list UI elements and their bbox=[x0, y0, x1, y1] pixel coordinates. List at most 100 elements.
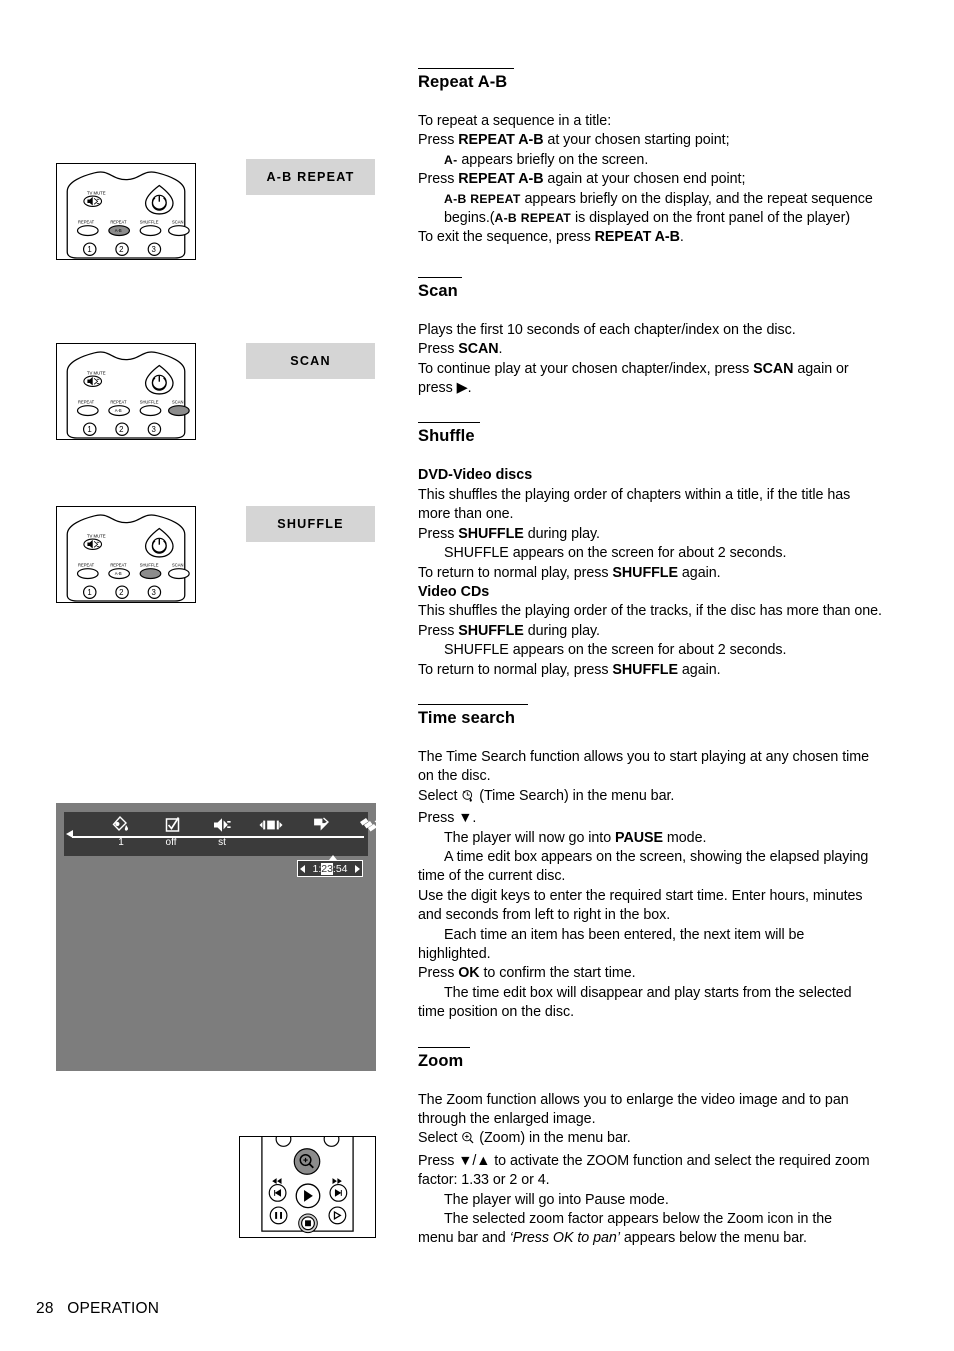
text-bold: PAUSE bbox=[615, 829, 663, 846]
text-bold: SHUFFLE bbox=[458, 525, 524, 542]
text: . bbox=[498, 341, 503, 358]
text: time position on the disc. bbox=[418, 1004, 575, 1021]
text-bold: OK bbox=[458, 965, 480, 982]
text: is displayed on the front panel of the p… bbox=[571, 210, 851, 227]
paragraph: This shuffles the playing order of chapt… bbox=[418, 486, 918, 505]
svg-text:REPEAT: REPEAT bbox=[110, 563, 127, 568]
svg-text:REPEAT: REPEAT bbox=[110, 220, 127, 225]
footer-page-number: 28 bbox=[36, 1300, 54, 1317]
section-title-scan: Scan bbox=[418, 281, 458, 300]
text: appears briefly on the display, and the … bbox=[520, 190, 873, 207]
svg-text:2: 2 bbox=[119, 425, 123, 434]
paragraph: and seconds from left to right in the bo… bbox=[418, 906, 918, 925]
paragraph: Press ▼. bbox=[418, 809, 918, 828]
highlighted-scan-button bbox=[168, 405, 190, 417]
svg-text:SHUFFLE: SHUFFLE bbox=[140, 563, 159, 568]
svg-text:A-B: A-B bbox=[115, 571, 122, 576]
text: This shuffles the playing order of chapt… bbox=[418, 486, 851, 503]
zoom-magnifier-icon bbox=[461, 1131, 475, 1151]
key-label-scan: SCAN bbox=[246, 343, 375, 379]
paragraph: Press SHUFFLE during play. bbox=[418, 525, 918, 544]
paragraph: press ▶. bbox=[418, 379, 918, 398]
text: to confirm the start time. bbox=[479, 965, 636, 982]
time-edit-right-arrow-icon bbox=[355, 864, 360, 873]
paragraph: A-B REPEAT appears briefly on the displa… bbox=[418, 190, 918, 209]
text: at your chosen starting point; bbox=[543, 132, 730, 149]
page-footer: 28 OPERATION bbox=[36, 1300, 159, 1318]
remote-illustration: TV MUTE REPEAT REPEAT A-B SHUFFLE SCAN 1… bbox=[66, 351, 190, 439]
text-smallcaps: A- bbox=[444, 152, 458, 167]
section-title-repeat-ab: Repeat A-B bbox=[418, 73, 508, 91]
subheading-video-cds: Video CDs bbox=[418, 583, 490, 600]
key-label-shuffle: SHUFFLE bbox=[246, 506, 375, 542]
footer-spacer bbox=[58, 1300, 63, 1317]
highlighted-shuffle-button bbox=[139, 568, 162, 580]
text: . bbox=[467, 380, 472, 397]
time-edit-seconds: 54 bbox=[335, 862, 348, 875]
section-rule bbox=[418, 68, 514, 69]
key-label-text: A-B REPEAT bbox=[266, 170, 355, 184]
remote-figure-ab-repeat: TV MUTE REPEAT REPEAT A-B SHUFFLE SCAN 1… bbox=[56, 163, 196, 260]
text: Press bbox=[418, 965, 459, 982]
paragraph: Press OK to confirm the start time. bbox=[418, 964, 918, 983]
paragraph: The Zoom function allows you to enlarge … bbox=[418, 1091, 918, 1110]
text: A time edit box appears on the screen, s… bbox=[444, 848, 869, 865]
paragraph: time position on the disc. bbox=[418, 1003, 918, 1022]
svg-text:1: 1 bbox=[87, 588, 91, 597]
text: again. bbox=[677, 564, 721, 581]
text: time of the current disc. bbox=[418, 868, 566, 885]
svg-text:A-B: A-B bbox=[115, 408, 122, 413]
remote-illustration bbox=[261, 1137, 354, 1234]
paragraph: The time edit box will disappear and pla… bbox=[418, 984, 918, 1003]
paragraph: SHUFFLE appears on the screen for about … bbox=[418, 641, 918, 660]
title-chapter-icon bbox=[108, 814, 134, 836]
text: The Zoom function allows you to enlarge … bbox=[418, 1091, 849, 1108]
text: Press bbox=[418, 341, 459, 358]
paragraph: factor: 1.33 or 2 or 4. bbox=[418, 1171, 918, 1190]
menu-value-audio: st bbox=[218, 837, 226, 848]
highlighted-zoom-button bbox=[293, 1148, 321, 1175]
section-title-time-search: Time search bbox=[418, 708, 516, 727]
text-bold: SCAN bbox=[458, 341, 499, 358]
text: factor: 1.33 or 2 or 4. bbox=[418, 1172, 550, 1189]
section-scan: Scan Plays the first 10 seconds of each … bbox=[418, 276, 918, 399]
manual-page: TV MUTE REPEAT REPEAT A-B SHUFFLE SCAN 1… bbox=[0, 0, 954, 1351]
svg-text:SCAN: SCAN bbox=[172, 220, 183, 225]
remote-illustration: TV MUTE REPEAT REPEAT A-B SHUFFLE SCAN 1… bbox=[66, 514, 190, 602]
text: SHUFFLE appears on the screen for about … bbox=[444, 545, 787, 562]
text: Press bbox=[418, 171, 459, 188]
section-repeat-ab: Repeat A-B To repeat a sequence in a tit… bbox=[418, 68, 918, 248]
menu-value-title: 1 bbox=[118, 837, 124, 848]
text-italic: ‘Press OK to pan’ bbox=[509, 1230, 620, 1247]
paragraph: through the enlarged image. bbox=[418, 1110, 918, 1129]
remote-figure-scan: TV MUTE REPEAT REPEAT A-B SHUFFLE SCAN 1… bbox=[56, 343, 196, 440]
text: and seconds from left to right in the bo… bbox=[418, 907, 671, 924]
remote-figure-shuffle: TV MUTE REPEAT REPEAT A-B SHUFFLE SCAN 1… bbox=[56, 506, 196, 603]
svg-text:A-B: A-B bbox=[115, 228, 122, 233]
paragraph: time of the current disc. bbox=[418, 867, 918, 886]
text: Press bbox=[418, 622, 459, 639]
text: SHUFFLE appears on the screen for about … bbox=[444, 642, 787, 659]
paragraph: Plays the first 10 seconds of each chapt… bbox=[418, 321, 918, 340]
scan-icon bbox=[357, 814, 383, 836]
text: appears below the menu bar. bbox=[619, 1230, 807, 1247]
shuffle-icon bbox=[308, 814, 334, 836]
text: on the disc. bbox=[418, 768, 491, 785]
text: . bbox=[679, 229, 684, 246]
time-edit-box: 1 : 23 : 54 bbox=[297, 855, 363, 877]
content-column: Repeat A-B To repeat a sequence in a tit… bbox=[418, 68, 918, 1249]
text: (Time Search) in the menu bar. bbox=[475, 787, 675, 804]
text: To continue play at your chosen chapter/… bbox=[418, 360, 754, 377]
text: highlighted. bbox=[418, 946, 491, 962]
menu-icon-row bbox=[64, 814, 423, 836]
text: The Time Search function allows you to s… bbox=[418, 748, 870, 765]
svg-text:3: 3 bbox=[151, 588, 156, 597]
text: appears briefly on the screen. bbox=[457, 151, 649, 168]
on-screen-menu-bar: 1 off st bbox=[64, 812, 423, 856]
remote-figure-zoom bbox=[239, 1136, 376, 1238]
svg-text:1: 1 bbox=[87, 245, 91, 254]
tv-screen-figure: 1 off st 1 : 23 : 54 bbox=[56, 803, 423, 1071]
text-smallcaps: A-B REPEAT bbox=[494, 211, 572, 226]
svg-text:SCAN: SCAN bbox=[172, 563, 183, 568]
text: The selected zoom factor appears below t… bbox=[444, 1211, 833, 1228]
